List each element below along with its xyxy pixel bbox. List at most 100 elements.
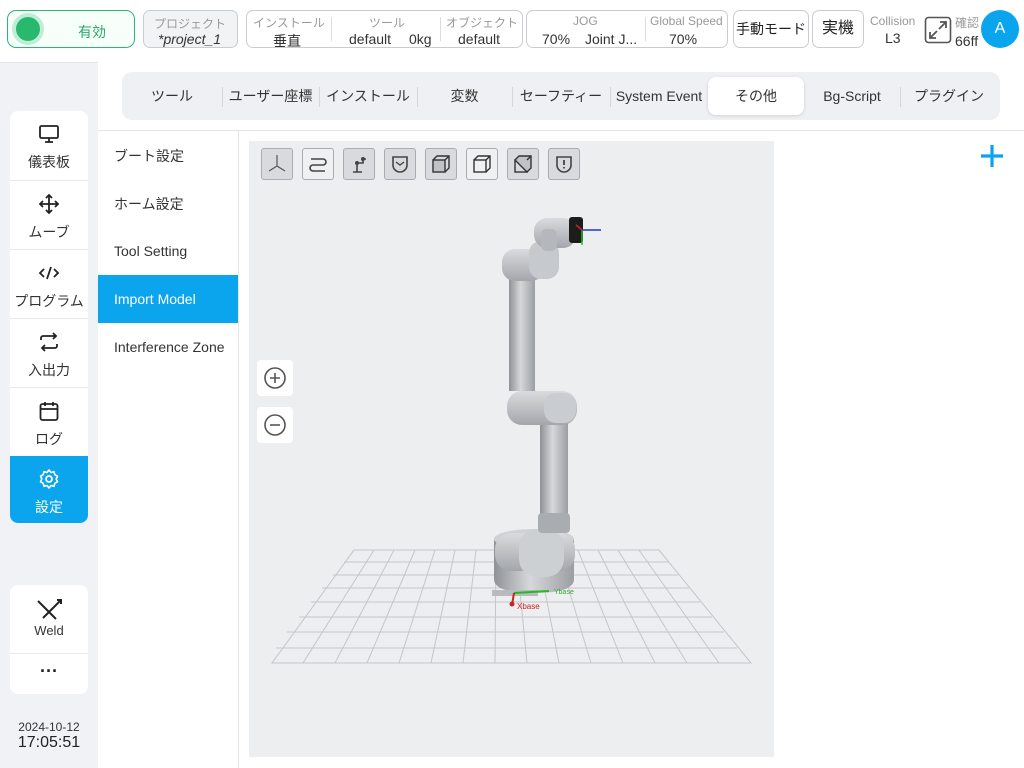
object-label: オブジェクト xyxy=(446,16,519,30)
object-value: default xyxy=(458,31,501,47)
current-date: 2024-10-12 xyxy=(18,720,80,734)
collision-level[interactable]: Collision L3 xyxy=(870,14,915,46)
gear-icon xyxy=(39,469,59,489)
expand-icon[interactable] xyxy=(924,16,952,44)
enable-label: 有効 xyxy=(78,24,106,40)
view-front-button[interactable] xyxy=(425,148,457,180)
nav-item-program[interactable]: プログラム xyxy=(10,250,88,319)
add-model-button[interactable] xyxy=(977,141,1007,171)
subnav-tool-setting[interactable]: Tool Setting xyxy=(98,227,238,275)
tab-user-frame[interactable]: ユーザー座標 xyxy=(222,77,319,115)
nav-item-dashboard[interactable]: 儀表板 xyxy=(10,111,88,180)
install-label: インストール xyxy=(253,16,325,30)
tab-safety[interactable]: セーフティー xyxy=(512,77,610,115)
shield-icon xyxy=(392,156,408,173)
robot-3d-viewer[interactable]: Xbase Ybase xyxy=(249,141,774,757)
axes-view-icon xyxy=(268,155,286,172)
divider xyxy=(238,131,239,768)
collision-label: Collision xyxy=(870,14,916,28)
plus-icon xyxy=(981,145,1003,167)
manual-mode-button[interactable]: 手動モード xyxy=(733,10,809,48)
settings-tabbar: ツール ユーザー座標 インストール 変数 セーフティー System Event… xyxy=(122,72,1000,120)
top-bar: 有効 プロジェクト *project_1 インストール 垂直 ツール defau… xyxy=(0,0,1024,63)
side-nav: 儀表板 ムーブ プログラム 入出力 ログ 設定 xyxy=(10,111,88,523)
swap-icon xyxy=(40,332,58,352)
status-indicator-icon xyxy=(16,17,40,41)
view-alert-button[interactable] xyxy=(548,148,580,180)
project-selector[interactable]: プロジェクト *project_1 xyxy=(143,10,238,48)
move-arrows-icon xyxy=(38,193,60,215)
more-button[interactable]: ··· xyxy=(10,654,88,694)
robot-arm-model xyxy=(492,217,583,596)
global-speed-label: Global Speed xyxy=(650,14,723,28)
cube-front-icon xyxy=(432,155,450,173)
nav-item-settings[interactable]: 設定 xyxy=(10,456,88,523)
zoom-in-icon xyxy=(264,367,286,389)
confirm-label: 確認 xyxy=(955,16,980,30)
weld-card: Weld ··· xyxy=(10,585,88,694)
weld-button[interactable]: Weld xyxy=(10,585,88,652)
zoom-out-button[interactable] xyxy=(257,407,293,443)
project-name: *project_1 xyxy=(158,31,222,47)
nav-label: 設定 xyxy=(35,499,63,515)
nav-label: ムーブ xyxy=(28,224,70,240)
robot-enable-button[interactable]: 有効 xyxy=(7,10,135,48)
tab-system-event[interactable]: System Event xyxy=(610,77,708,115)
tool-value: default xyxy=(349,31,392,47)
code-icon xyxy=(38,266,60,280)
cube-side-icon xyxy=(473,155,491,173)
calendar-icon xyxy=(39,402,59,421)
subnav-interference-zone[interactable]: Interference Zone xyxy=(98,323,238,371)
nav-item-move[interactable]: ムーブ xyxy=(10,181,88,250)
base-y-label: Ybase xyxy=(554,589,574,596)
base-frame-axes: Xbase Ybase xyxy=(509,589,574,611)
zoom-out-icon xyxy=(264,414,286,436)
nav-item-log[interactable]: ログ xyxy=(10,388,88,457)
robot-arm-icon xyxy=(353,157,366,173)
zoom-in-button[interactable] xyxy=(257,360,293,396)
view-side-button[interactable] xyxy=(466,148,498,180)
welding-torch-icon xyxy=(37,599,62,620)
confirm-value: 66ff xyxy=(955,33,979,49)
install-value: 垂直 xyxy=(273,33,301,49)
jog-label: JOG xyxy=(573,14,598,28)
subnav-home-settings[interactable]: ホーム設定 xyxy=(98,180,238,228)
tab-bg-script[interactable]: Bg-Script xyxy=(804,77,900,115)
confirm-checksum: 確認 66ff xyxy=(955,14,979,49)
tab-other[interactable]: その他 xyxy=(708,77,804,115)
view-safety-button[interactable] xyxy=(384,148,416,180)
base-x-label: Xbase xyxy=(517,602,540,611)
path-icon xyxy=(309,158,327,172)
tool-weight: 0kg xyxy=(409,31,432,47)
jog-percent: 70% xyxy=(542,31,571,47)
project-label: プロジェクト xyxy=(154,17,227,31)
install-tool-object-panel[interactable]: インストール 垂直 ツール default 0kg オブジェクト default xyxy=(246,10,523,49)
nav-label: 儀表板 xyxy=(28,154,70,170)
jog-speed-panel[interactable]: JOG 70% Joint J... Global Speed 70% xyxy=(526,10,728,48)
nav-label: 入出力 xyxy=(28,362,70,378)
robot-scene: Xbase Ybase xyxy=(271,217,753,664)
real-machine-button[interactable]: 実機 xyxy=(812,10,864,48)
current-time: 17:05:51 xyxy=(17,734,81,751)
view-robot-button[interactable] xyxy=(343,148,375,180)
avatar[interactable]: A xyxy=(981,10,1019,48)
jog-mode: Joint J... xyxy=(585,31,638,47)
nav-label: プログラム xyxy=(14,293,84,309)
collision-value: L3 xyxy=(885,30,901,46)
tab-variables[interactable]: 変数 xyxy=(417,77,512,115)
global-speed-value: 70% xyxy=(669,31,698,47)
subnav-import-model[interactable]: Import Model xyxy=(98,275,238,323)
tab-plugin[interactable]: プラグイン xyxy=(900,77,998,115)
tool-label: ツール xyxy=(369,16,406,30)
monitor-icon xyxy=(39,125,59,143)
view-top-button[interactable] xyxy=(507,148,539,180)
cube-top-icon xyxy=(514,155,532,173)
tab-tool[interactable]: ツール xyxy=(122,77,222,115)
view-axes-button[interactable] xyxy=(261,148,293,180)
tab-install[interactable]: インストール xyxy=(319,77,417,115)
divider xyxy=(98,130,1024,131)
subnav-boot-settings[interactable]: ブート設定 xyxy=(98,132,238,180)
nav-item-io[interactable]: 入出力 xyxy=(10,319,88,388)
view-path-button[interactable] xyxy=(302,148,334,180)
nav-label: ログ xyxy=(35,431,63,447)
